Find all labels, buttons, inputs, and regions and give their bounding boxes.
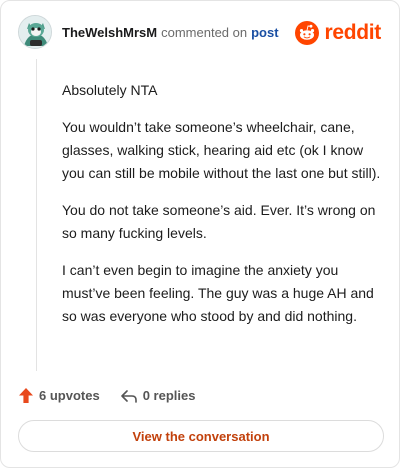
replies-button[interactable]: 0 replies	[120, 388, 196, 404]
comment-paragraph: I can’t even begin to imagine the anxiet…	[62, 262, 374, 324]
view-conversation-button[interactable]: View the conversation	[18, 420, 384, 452]
reply-arrow-icon	[120, 389, 137, 403]
comment-paragraph: You wouldn’t take someone’s wheelchair, …	[62, 119, 381, 181]
reddit-logo-icon	[295, 21, 320, 45]
reddit-wordmark: reddit	[324, 21, 381, 44]
comment-meta: TheWelshMrsM commented on post	[62, 25, 279, 40]
upvote-arrow-icon	[19, 388, 33, 403]
user-avatar[interactable]	[18, 15, 52, 49]
comment-paragraph: Absolutely NTA	[62, 82, 158, 98]
comment-actions: 6 upvotes 0 replies	[18, 387, 195, 404]
author-name[interactable]: TheWelshMrsM	[62, 25, 157, 40]
comment-header: TheWelshMrsM commented on post	[18, 15, 279, 49]
snoo-avatar-icon	[19, 16, 51, 48]
reply-count: 0 replies	[142, 388, 196, 403]
upvote-button[interactable]: 6 upvotes	[18, 387, 100, 404]
reddit-logo[interactable]: reddit	[295, 21, 381, 45]
upvote-count: 6 upvotes	[39, 388, 100, 403]
comment-body: Absolutely NTA You wouldn’t take someone…	[62, 79, 384, 342]
thread-line	[36, 59, 37, 371]
embedded-comment-card: TheWelshMrsM commented on post reddit Ab…	[0, 0, 400, 468]
action-text: commented on	[161, 24, 248, 40]
post-link[interactable]: post	[251, 25, 278, 40]
comment-paragraph: You do not take someone’s aid. Ever. It’…	[62, 202, 376, 241]
